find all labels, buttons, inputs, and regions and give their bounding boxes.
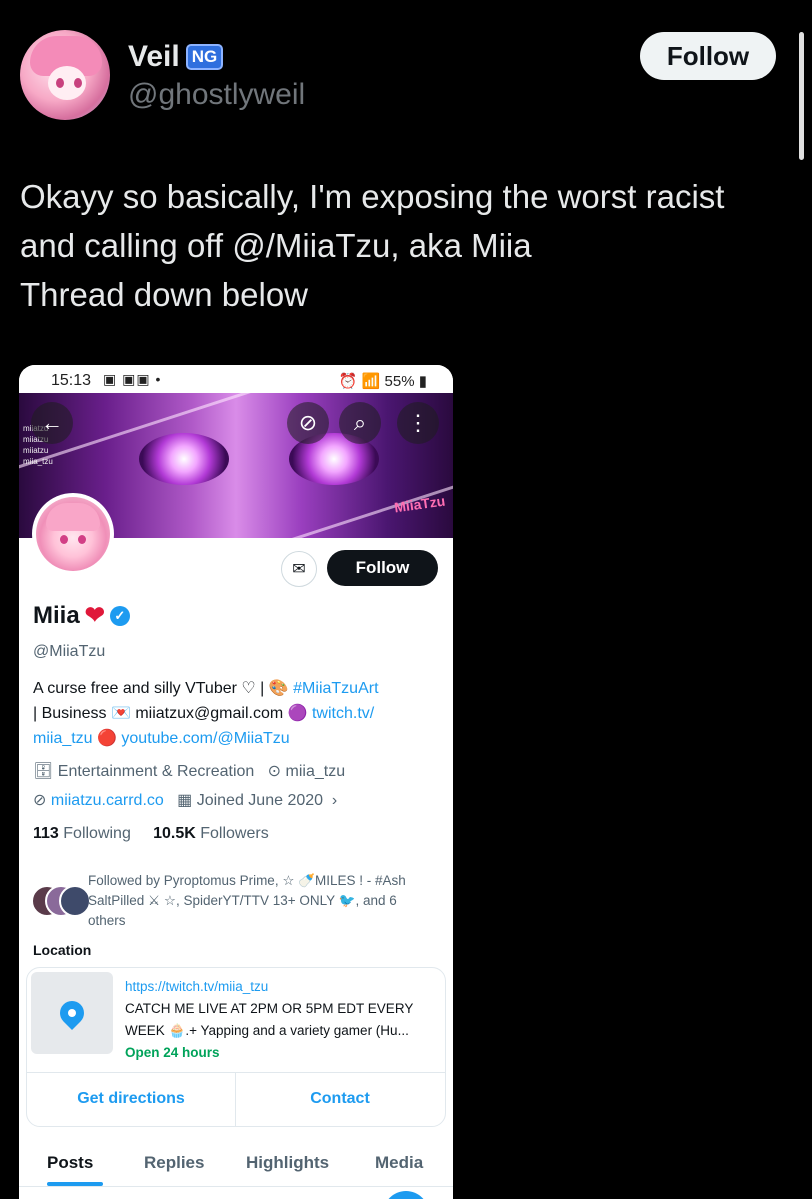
tab-replies[interactable]: Replies	[144, 1153, 204, 1173]
ng-badge-icon: NG	[185, 44, 224, 70]
tab-media[interactable]: Media	[375, 1153, 423, 1173]
status-bar: 15:13 ▣ ▣▣ • ⏰ 📶 55% ▮	[19, 365, 453, 395]
battery-icon: ▮	[418, 373, 427, 390]
briefcase-icon: 🗄	[33, 763, 54, 780]
avatar-eye	[60, 535, 68, 544]
avatar-hair	[46, 503, 100, 531]
profile-location: miia_tzu	[285, 763, 346, 780]
location-card[interactable]: https://twitch.tv/miia_tzu CATCH ME LIVE…	[26, 967, 446, 1127]
heart-icon: ❤	[84, 602, 105, 629]
bio-separator: 🔴	[92, 730, 122, 747]
bio-line: | Business 💌 miiatzux@gmail.com 🟣 twitch…	[33, 701, 443, 726]
attached-screenshot[interactable]: 15:13 ▣ ▣▣ • ⏰ 📶 55% ▮ miiatzu miiatzu m…	[19, 365, 453, 1199]
back-arrow-icon[interactable]: ←	[31, 402, 73, 444]
follow-counts: 113 Following 10.5K Followers	[33, 825, 269, 843]
author-avatar[interactable]	[20, 30, 110, 120]
location-hours: Open 24 hours	[125, 1045, 220, 1060]
location-desc: WEEK 🧁.+ Yapping and a variety gamer (Hu…	[125, 1023, 409, 1038]
following-count: 113	[33, 825, 59, 842]
following-link[interactable]: 113 Following	[33, 825, 131, 842]
author-name[interactable]: Veil	[128, 40, 180, 74]
profile-website[interactable]: miiatzu.carrd.co	[51, 792, 164, 809]
tab-posts[interactable]: Posts	[47, 1153, 93, 1173]
verified-badge-icon: ✓	[109, 605, 130, 626]
profile-avatar[interactable]	[32, 493, 114, 575]
followed-by-avatars	[31, 885, 91, 917]
chevron-right-icon[interactable]: ›	[327, 792, 337, 809]
location-details: https://twitch.tv/miia_tzu CATCH ME LIVE…	[125, 976, 435, 1064]
profile-bio: A curse free and silly VTuber ♡ | 🎨 #Mii…	[33, 676, 443, 751]
avatar	[59, 885, 91, 917]
link-icon: ⊘	[33, 792, 47, 809]
profile-joined: Joined June 2020	[196, 792, 324, 809]
banner-logo: MiiaTzu	[393, 492, 447, 516]
followers-link[interactable]: 10.5K Followers	[153, 825, 269, 842]
get-directions-button[interactable]: Get directions	[27, 1072, 235, 1126]
location-url[interactable]: https://twitch.tv/miia_tzu	[125, 976, 435, 998]
profile-avatar-image	[36, 497, 110, 571]
location-section-label: Location	[33, 942, 92, 958]
bio-text: A curse free and silly VTuber ♡ | 🎨	[33, 680, 294, 697]
profile-follow-button[interactable]: Follow	[327, 550, 438, 586]
location-pin-icon: ⊙	[267, 763, 282, 780]
following-label: Following	[63, 825, 131, 842]
profile-handle: @MiiaTzu	[33, 643, 106, 660]
bio-text: | Business 💌 miiatzux@gmail.com 🟣	[33, 705, 312, 722]
watermark-line: miiatzu	[23, 446, 49, 455]
banner-eye	[139, 433, 229, 485]
avatar-eye	[56, 78, 64, 88]
follow-button[interactable]: Follow	[640, 32, 776, 80]
battery-percent: 55%	[384, 373, 415, 390]
twitch-link[interactable]: twitch.tv/	[312, 705, 374, 722]
tweet-text-line: Thread down below	[20, 276, 309, 313]
hashtag-link[interactable]: #MiiaTzuArt	[293, 680, 378, 697]
message-envelope-icon[interactable]: ✉	[281, 551, 317, 587]
calendar-icon: ▦	[177, 792, 193, 809]
map-pin-icon	[55, 996, 89, 1030]
followed-by-text[interactable]: Followed by Pyroptomus Prime, ☆ 🍼MILES !…	[88, 871, 438, 931]
watermark-line: miia_tzu	[23, 457, 53, 466]
contact-button[interactable]: Contact	[236, 1072, 444, 1126]
more-options-icon[interactable]: ⋮	[397, 402, 439, 444]
youtube-link[interactable]: youtube.com/@MiiaTzu	[121, 730, 289, 747]
grok-icon[interactable]: ⊘	[287, 402, 329, 444]
profile-category: Entertainment & Recreation	[57, 763, 255, 780]
avatar-eye	[78, 535, 86, 544]
status-time: 15:13	[51, 372, 92, 389]
profile-name-row: Miia ❤ ✓	[33, 601, 130, 630]
search-icon[interactable]: ⌕	[339, 402, 381, 444]
tweet-text: Okayy so basically, I'm exposing the wor…	[20, 172, 800, 319]
status-right: ⏰ 📶 55% ▮	[339, 372, 427, 390]
profile-meta-row: ⊘ miiatzu.carrd.co ▦ Joined June 2020 ›	[33, 790, 337, 810]
tweet-text-line: and calling off @/MiiaTzu, aka Miia	[20, 227, 532, 264]
avatar-eye	[74, 78, 82, 88]
profile-name: Miia	[33, 601, 80, 629]
tweet-text-line: Okayy so basically, I'm exposing the wor…	[20, 178, 725, 215]
divider	[19, 1186, 453, 1187]
followers-count: 10.5K	[153, 825, 196, 842]
map-thumbnail	[31, 972, 113, 1054]
scrollbar[interactable]	[799, 32, 804, 160]
twitch-link-cont[interactable]: miia_tzu	[33, 730, 93, 747]
location-desc: CATCH ME LIVE AT 2PM OR 5PM EDT EVERY	[125, 1001, 414, 1016]
tab-highlights[interactable]: Highlights	[246, 1153, 329, 1173]
status-notification-icons: ▣ ▣▣ •	[103, 371, 162, 387]
wifi-icon: 📶	[361, 373, 381, 390]
author-name-row: Veil NG	[128, 40, 224, 74]
profile-meta-row: 🗄 Entertainment & Recreation ⊙ miia_tzu	[33, 761, 345, 781]
alarm-icon: ⏰	[338, 373, 358, 390]
compose-fab-icon[interactable]	[383, 1191, 429, 1199]
bio-line: A curse free and silly VTuber ♡ | 🎨 #Mii…	[33, 676, 443, 701]
followers-label: Followers	[200, 825, 269, 842]
profile-tabs: Posts Replies Highlights Media	[19, 1145, 453, 1186]
bio-line: miia_tzu 🔴 youtube.com/@MiiaTzu	[33, 726, 443, 751]
author-handle[interactable]: @ghostlyweil	[128, 78, 305, 112]
